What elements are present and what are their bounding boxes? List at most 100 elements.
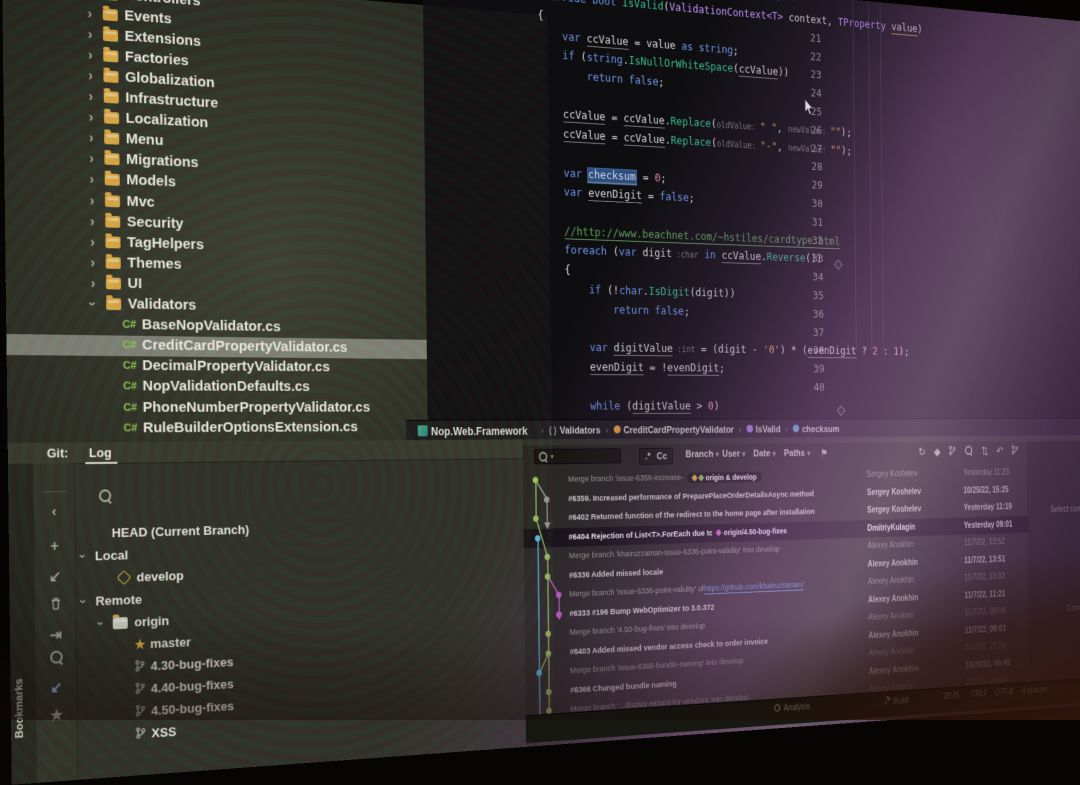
- chevron-right-icon[interactable]: ›: [87, 0, 100, 1]
- line-number: 22: [790, 49, 821, 64]
- chevron-right-icon[interactable]: ›: [90, 233, 103, 249]
- breadcrumb-item[interactable]: checksum: [793, 424, 840, 434]
- commit-search-input[interactable]: ▾: [534, 448, 621, 464]
- status-indicator[interactable]: 4 spaces: [1022, 685, 1047, 696]
- commit-date: Yesterday 11:23: [963, 468, 1027, 478]
- chevron-down-icon[interactable]: ›: [98, 616, 112, 631]
- fold-marker-icon[interactable]: [834, 259, 843, 270]
- status-analysis-button[interactable]: Analysis: [774, 701, 810, 715]
- chevron-right-icon[interactable]: ›: [87, 5, 100, 22]
- folder-icon: [104, 153, 119, 166]
- status-indicator[interactable]: CRLF: [971, 689, 988, 699]
- match-case-toggle[interactable]: Cc: [657, 451, 668, 462]
- chevron-down-icon[interactable]: ›: [91, 296, 104, 312]
- status-indicator[interactable]: 28:25: [943, 691, 959, 701]
- regex-toggle[interactable]: .*: [645, 451, 651, 462]
- filter-dropdown-branch[interactable]: Branch ▾: [685, 449, 719, 460]
- breadcrumb-item[interactable]: Nop.Web.Framework: [418, 424, 528, 438]
- commit-date: 10/25/22, 15:25: [963, 485, 1027, 495]
- delete-icon[interactable]: [35, 596, 76, 614]
- csharp-file-icon: C#: [123, 340, 137, 352]
- paint-icon[interactable]: ◆: [934, 445, 940, 458]
- filter-dropdown-user[interactable]: User ▾: [722, 449, 745, 460]
- explorer-item-rulebuilderoptionsextension-cs[interactable]: C#RuleBuilderOptionsExtension.cs: [7, 417, 427, 439]
- code-line: var evenDigit = false;: [564, 186, 695, 211]
- folder-icon: [105, 215, 120, 227]
- breadcrumb-item[interactable]: CreditCardPropertyValidator: [614, 425, 734, 436]
- chevron-right-icon[interactable]: ›: [89, 109, 102, 125]
- explorer-item-phonenumberpropertyvalidator-cs[interactable]: C#PhoneNumberPropertyValidator.cs: [7, 397, 427, 418]
- status-indicator[interactable]: UTF-8: [995, 688, 1013, 698]
- branch-search-row[interactable]: [74, 478, 523, 508]
- analysis-icon: [774, 703, 781, 715]
- line-number: 30: [792, 197, 823, 211]
- commit-dot: [546, 650, 552, 657]
- bookmarks-tool-button[interactable]: Bookmarks: [13, 678, 25, 738]
- branch-tag-label: origin/4.50-bug-fixes: [724, 527, 787, 537]
- breadcrumb-item[interactable]: ( )Validators: [549, 425, 600, 436]
- code-line: evenDigit = !evenDigit;: [590, 361, 725, 381]
- branch-label: HEAD (Current Branch): [112, 522, 250, 540]
- chevron-right-icon[interactable]: ›: [89, 171, 102, 187]
- chevron-right-icon[interactable]: ›: [89, 150, 102, 166]
- chevron-right-icon[interactable]: ›: [88, 46, 101, 63]
- tag-purple-icon: [716, 529, 722, 536]
- filter-dropdown-date[interactable]: Date ▾: [753, 449, 776, 459]
- rollback-icon[interactable]: ↶: [996, 445, 1003, 458]
- chevron-down-icon[interactable]: ›: [81, 594, 95, 609]
- chevron-right-icon[interactable]: ›: [90, 213, 103, 229]
- favorites-star-icon[interactable]: ★: [36, 705, 77, 725]
- compare-icon[interactable]: ⇥: [35, 625, 76, 645]
- collapse-icon[interactable]: ‹: [34, 503, 75, 521]
- chevron-right-icon[interactable]: ›: [88, 26, 101, 43]
- commit-dot: [556, 611, 562, 617]
- chevron-down-icon: ▾: [716, 450, 719, 459]
- explorer-item-nopvalidationdefaults-cs[interactable]: C#NopValidationDefaults.cs: [7, 376, 427, 398]
- commit-message: #6336 Added missed locale: [569, 567, 663, 580]
- code-line: {: [565, 263, 571, 283]
- tag-gold: [691, 474, 697, 481]
- new-branch-icon[interactable]: [949, 445, 956, 458]
- update-arrow-icon[interactable]: ↙: [36, 677, 77, 697]
- fold-marker-icon[interactable]: [837, 405, 846, 416]
- regex-case-toggle[interactable]: .* Cc: [639, 448, 673, 465]
- explorer-item-label: NopValidationDefaults.cs: [142, 378, 310, 396]
- chevron-right-icon[interactable]: ›: [88, 88, 101, 105]
- chevron-right-icon[interactable]: ›: [88, 67, 101, 84]
- branches-icon[interactable]: [1011, 445, 1018, 458]
- checkout-arrow-icon[interactable]: ↙: [35, 567, 76, 586]
- code-line: {: [537, 8, 543, 28]
- search-icon: [99, 489, 111, 502]
- commit-date: 11/7/22, 13:02: [964, 571, 1028, 583]
- add-icon[interactable]: +: [34, 537, 75, 555]
- commit-message: Merge branch 'issue-6359-increase-perfor…: [568, 473, 684, 485]
- field-icon: [793, 425, 799, 435]
- commit-date: 11/7/22, 11:21: [964, 589, 1028, 601]
- branch-icon: [135, 703, 145, 719]
- details-hint: Select commit to: [1050, 504, 1080, 515]
- explorer-item-label: Events: [124, 7, 171, 28]
- chevron-right-icon[interactable]: ›: [90, 192, 103, 208]
- find-icon[interactable]: [964, 445, 973, 458]
- breadcrumb-item[interactable]: IsValid: [746, 425, 780, 435]
- refresh-icon[interactable]: ↻: [918, 445, 925, 458]
- search-icon[interactable]: [36, 650, 77, 669]
- filter-dropdown-paths[interactable]: Paths ▾: [784, 448, 811, 458]
- commit-message: #6402 Returned function of the redirect …: [568, 507, 815, 523]
- branch-label: Remote: [95, 592, 142, 608]
- chevron-right-icon[interactable]: ›: [91, 275, 104, 291]
- chevron-right-icon[interactable]: ›: [90, 254, 103, 270]
- status-build-button[interactable]: Build: [883, 695, 908, 708]
- chevron-right-icon[interactable]: ›: [89, 130, 102, 146]
- commit-link[interactable]: https://github.com/khairuzzaman/: [704, 580, 804, 594]
- favorite-branches-icon[interactable]: ⚑: [820, 447, 828, 459]
- chevron-down-icon[interactable]: ›: [81, 549, 95, 564]
- solution-explorer[interactable]: ›Controllers›Events›Extensions›Factories…: [2, 0, 428, 448]
- tab-log[interactable]: Log: [89, 445, 112, 460]
- explorer-item-decimalpropertyvalidator-cs[interactable]: C#DecimalPropertyValidator.cs: [7, 355, 427, 378]
- class-icon: [614, 425, 621, 436]
- explorer-item-label: Security: [127, 213, 184, 233]
- build-icon: [883, 696, 891, 708]
- navigate-icon[interactable]: ⇅: [981, 445, 988, 458]
- code-editor[interactable]: 2122232425262728293031323334353637383940…: [422, 0, 1080, 445]
